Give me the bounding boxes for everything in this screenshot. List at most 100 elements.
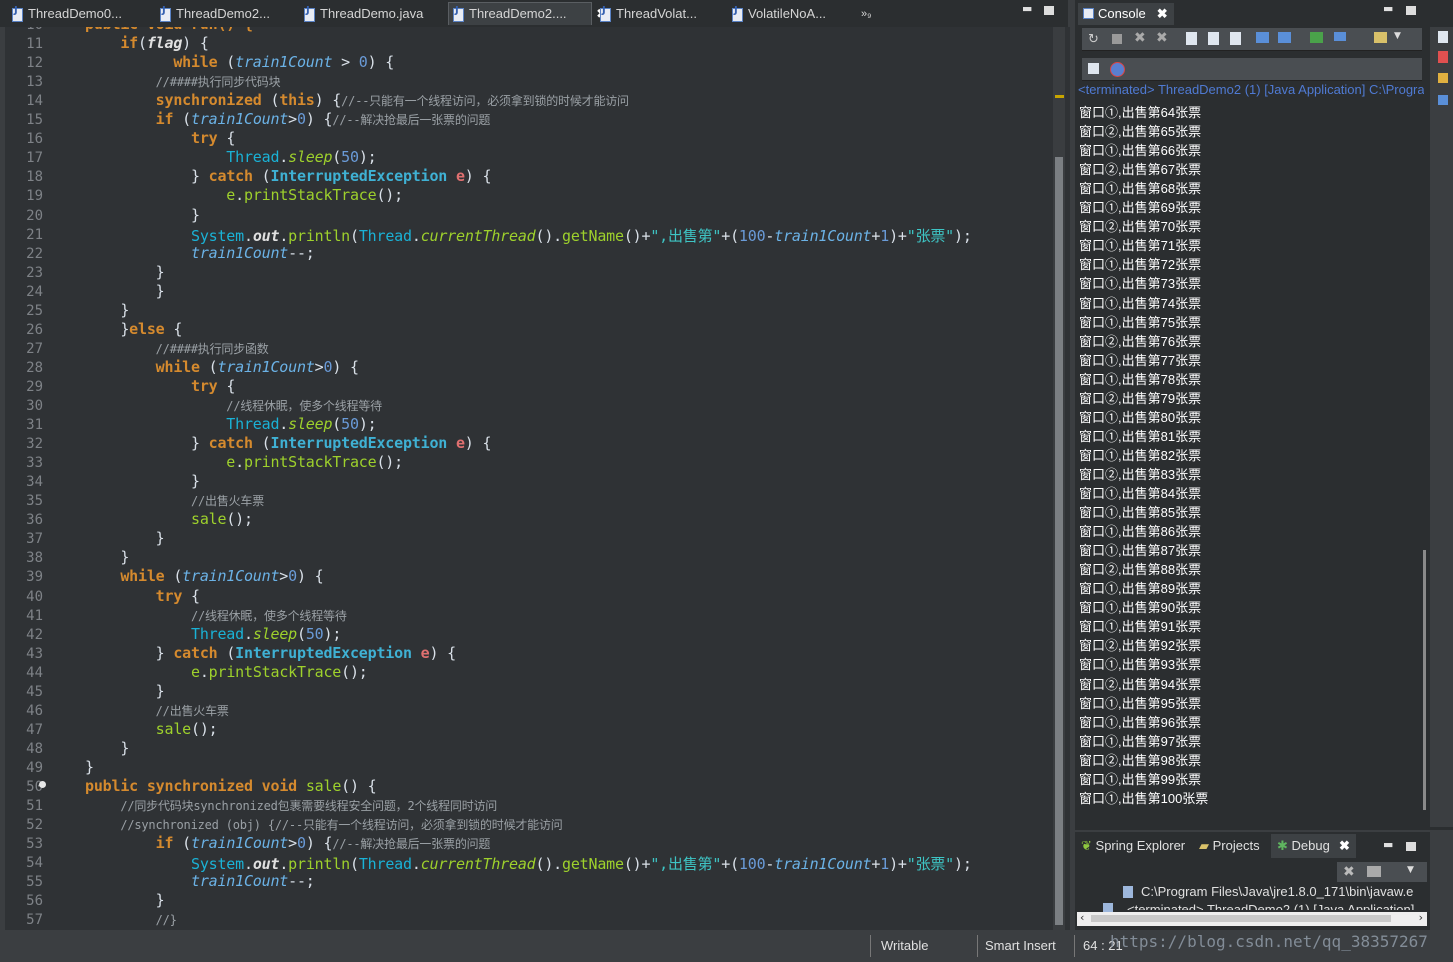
- code-line[interactable]: System.out.println(Thread.currentThread(…: [85, 225, 972, 246]
- remove-terminated-icon[interactable]: ✖: [1343, 864, 1355, 880]
- code-line[interactable]: //线程休眠，使多个线程等待: [85, 606, 347, 624]
- word-wrap-icon[interactable]: [1230, 32, 1241, 45]
- close-icon[interactable]: ✖: [1339, 838, 1350, 854]
- debug-process-path[interactable]: C:\Program Files\Java\jre1.8.0_171\bin\j…: [1141, 884, 1421, 899]
- tab-overflow-button[interactable]: »₉: [845, 3, 871, 25]
- scroll-lock-icon[interactable]: [1208, 32, 1219, 45]
- remove-launch-icon[interactable]: ✖: [1134, 30, 1148, 46]
- code-line[interactable]: public void run() {: [85, 27, 253, 33]
- code-editor[interactable]: 1011121314151617181920212223242526272829…: [5, 27, 1070, 930]
- minimize-icon[interactable]: ▬: [1022, 3, 1032, 14]
- remove-all-icon[interactable]: ✖: [1156, 30, 1170, 46]
- console-scrollbar-thumb[interactable]: [1423, 550, 1426, 810]
- code-line[interactable]: //####执行同步代码块: [85, 72, 281, 90]
- open-console-icon[interactable]: [1374, 32, 1387, 43]
- code-line[interactable]: public synchronized void sale() {: [85, 777, 377, 795]
- code-line[interactable]: //线程休眠，使多个线程等待: [85, 396, 382, 414]
- code-line[interactable]: //####执行同步函数: [85, 339, 269, 357]
- code-line[interactable]: e.printStackTrace();: [85, 453, 403, 471]
- debug-launch-item[interactable]: <terminated> ThreadDemo2 (1) [Java Appli…: [1127, 902, 1417, 910]
- code-line[interactable]: }: [85, 548, 129, 566]
- tab-threadvolat[interactable]: ThreadVolat...: [596, 3, 697, 25]
- code-line[interactable]: System.out.println(Thread.currentThread(…: [85, 853, 972, 874]
- code-line[interactable]: //synchronized (obj) {//--只能有一个线程访问，必须拿到…: [85, 815, 562, 833]
- console-output[interactable]: 窗口①,出售第64张票 窗口②,出售第65张票 窗口①,出售第66张票 窗口②,出售第…: [1079, 102, 1425, 822]
- code-line[interactable]: }: [85, 529, 165, 547]
- code-line[interactable]: }: [85, 472, 200, 490]
- code-line[interactable]: }: [85, 682, 165, 700]
- code-line[interactable]: sale();: [85, 510, 253, 528]
- debug-hscrollbar[interactable]: ‹ ›: [1077, 911, 1427, 926]
- status-insert-mode[interactable]: Smart Insert: [985, 938, 1056, 953]
- code-line[interactable]: }: [85, 206, 200, 224]
- code-line[interactable]: }: [85, 301, 129, 319]
- tab-threaddemo-java[interactable]: ThreadDemo.java: [300, 3, 423, 25]
- tab-projects[interactable]: ▰ Projects: [1199, 838, 1260, 854]
- code-line[interactable]: while (train1Count>0) {: [85, 567, 323, 585]
- maximize-icon[interactable]: [1406, 842, 1416, 851]
- scrollbar-thumb[interactable]: [1091, 915, 1391, 922]
- outline-icon[interactable]: [1438, 31, 1448, 43]
- tasks-icon[interactable]: [1438, 51, 1448, 63]
- code-line[interactable]: try {: [85, 129, 235, 147]
- tab-threaddemo0[interactable]: ThreadDemo0...: [8, 3, 122, 25]
- code-line[interactable]: try {: [85, 377, 235, 395]
- code-line[interactable]: //}: [85, 910, 177, 928]
- show-on-error-icon[interactable]: [1278, 32, 1291, 43]
- chevron-left-icon[interactable]: ‹: [1080, 911, 1084, 924]
- clear-console-icon[interactable]: [1186, 32, 1197, 45]
- code-line[interactable]: } catch (InterruptedException e) {: [85, 167, 492, 185]
- maximize-icon[interactable]: [1406, 6, 1416, 15]
- code-line[interactable]: Thread.sleep(50);: [85, 148, 376, 166]
- pin-console-icon[interactable]: ↻: [1088, 32, 1102, 47]
- tab-threaddemo2-a[interactable]: ThreadDemo2...: [156, 3, 270, 25]
- code-line[interactable]: Thread.sleep(50);: [85, 625, 341, 643]
- code-line[interactable]: }: [85, 282, 165, 300]
- tab-console[interactable]: Console ✖: [1078, 3, 1174, 25]
- code-line[interactable]: if (train1Count>0) {//--解决抢最后一张票的问题: [85, 834, 491, 852]
- code-line[interactable]: e.printStackTrace();: [85, 663, 368, 681]
- code-line[interactable]: }else {: [85, 320, 182, 338]
- minimize-icon[interactable]: ▬: [1383, 3, 1393, 14]
- problems-icon[interactable]: [1438, 73, 1448, 83]
- chevron-down-icon[interactable]: ▼: [1407, 865, 1414, 875]
- code-line[interactable]: //出售火车票: [85, 701, 229, 719]
- code-line[interactable]: try {: [85, 587, 200, 605]
- view-menu-icon[interactable]: [1367, 866, 1381, 877]
- debug-tree[interactable]: C:\Program Files\Java\jre1.8.0_171\bin\j…: [1077, 884, 1427, 928]
- display-console-icon[interactable]: [1334, 32, 1346, 41]
- code-line[interactable]: } catch (InterruptedException e) {: [85, 434, 492, 452]
- tab-volatilenoa[interactable]: VolatileNoA...: [728, 3, 826, 25]
- code-line[interactable]: Thread.sleep(50);: [85, 415, 376, 433]
- maximize-icon[interactable]: [1044, 6, 1054, 15]
- code-line[interactable]: }: [85, 758, 94, 776]
- code-line[interactable]: if(flag) {: [85, 34, 209, 52]
- pin-icon[interactable]: [1310, 32, 1323, 43]
- copy-icon[interactable]: [1088, 63, 1099, 74]
- tab-threaddemo2-active[interactable]: ThreadDemo2....✖: [448, 2, 607, 25]
- code-line[interactable]: synchronized (this) {//--只能有一个线程访问，必须拿到锁…: [85, 91, 629, 109]
- code-line[interactable]: //出售火车票: [85, 491, 264, 509]
- overview-ruler-marker[interactable]: [1055, 95, 1064, 98]
- close-icon[interactable]: ✖: [1157, 3, 1168, 25]
- editor-scrollbar-thumb[interactable]: [1055, 157, 1063, 925]
- code-line[interactable]: }: [85, 739, 129, 757]
- code-line[interactable]: while (train1Count>0) {: [85, 358, 359, 376]
- terminate-icon[interactable]: [1112, 34, 1122, 44]
- code-line[interactable]: if (train1Count>0) {//--解决抢最后一张票的问题: [85, 110, 491, 128]
- code-line[interactable]: }: [85, 891, 165, 909]
- chevron-down-icon[interactable]: ▼: [1394, 31, 1408, 45]
- code-line[interactable]: }: [85, 263, 165, 281]
- show-on-output-icon[interactable]: [1256, 32, 1269, 43]
- code-line[interactable]: } catch (InterruptedException e) {: [85, 644, 457, 662]
- code-line[interactable]: sale();: [85, 720, 218, 738]
- code-line[interactable]: //同步代码块synchronized包裹需要线程安全问题，2个线程同时访问: [85, 796, 497, 814]
- tab-spring-explorer[interactable]: ❦ Spring Explorer: [1081, 838, 1185, 854]
- code-line[interactable]: train1Count--;: [85, 244, 315, 262]
- code-line[interactable]: train1Count--;: [85, 872, 315, 890]
- code-line[interactable]: while (train1Count > 0) {: [85, 53, 394, 71]
- code-line[interactable]: e.printStackTrace();: [85, 186, 403, 204]
- chevron-right-icon[interactable]: ›: [1419, 911, 1423, 924]
- tab-debug[interactable]: ✱ Debug ✖: [1271, 834, 1356, 858]
- debug-icon[interactable]: [1110, 62, 1125, 77]
